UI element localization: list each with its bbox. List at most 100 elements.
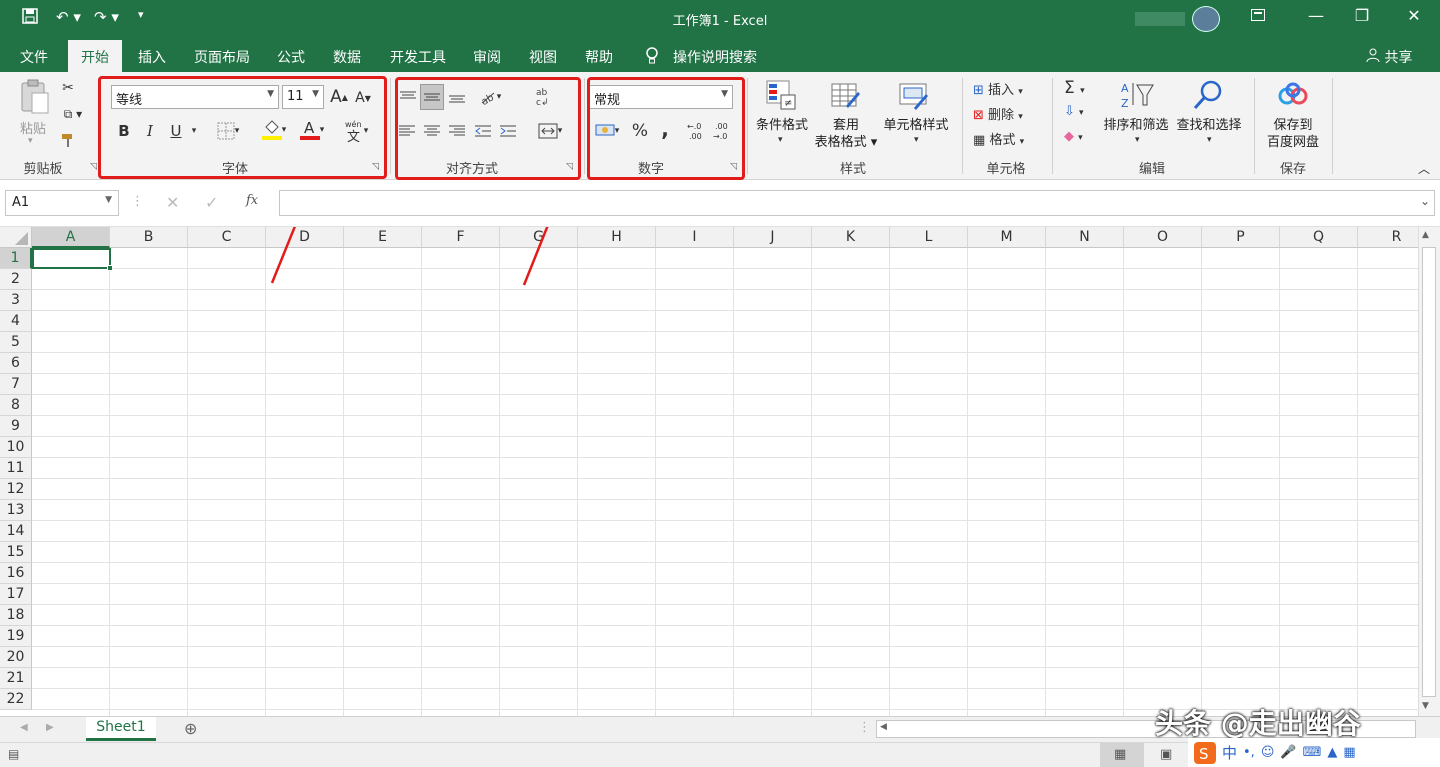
scroll-up-icon[interactable]: ▲ — [1422, 230, 1429, 240]
annotation-arrows — [270, 227, 549, 286]
tab-split-icon[interactable]: ⋮ — [858, 720, 871, 735]
watermark: 头条 @走出幽谷 — [1155, 707, 1361, 740]
sort-filter-button[interactable]: 排序和筛选 — [1100, 117, 1172, 134]
worksheet-grid[interactable]: ABCDEFGHIJKLMNOPQR 1 2 3 4 5 6 7 8 9 10 11 12 13 14 15… — [0, 227, 1418, 716]
name-box[interactable]: A1 ▼ — [5, 190, 119, 216]
annotation-arrow-alignment — [522, 227, 549, 286]
group-separator — [962, 78, 963, 174]
ribbon-display-icon[interactable] — [1238, 6, 1278, 25]
clear-icon[interactable]: ◆ ▾ — [1064, 129, 1083, 144]
scroll-down-icon[interactable]: ▼ — [1422, 701, 1429, 711]
insert-cells-icon: ⊞ — [973, 83, 984, 98]
vertical-scroll-thumb[interactable] — [1422, 247, 1436, 697]
baidu-netdisk-icon[interactable] — [1276, 80, 1310, 110]
sogou-icon[interactable]: S — [1194, 741, 1216, 764]
save-to-baidu-line1[interactable]: 保存到 — [1258, 117, 1328, 134]
tab-page-layout[interactable]: 页面布局 — [194, 47, 250, 67]
paste-icon[interactable] — [18, 78, 52, 116]
highlight-alignment-group — [395, 77, 581, 180]
autosum-icon[interactable]: Σ ▾ — [1064, 78, 1085, 98]
clipboard-group-label: 剪贴板 — [23, 162, 63, 177]
vertical-scrollbar[interactable]: ▲ ▼ — [1418, 227, 1440, 716]
tab-developer[interactable]: 开发工具 — [390, 47, 446, 67]
chevron-down-icon: ▾ — [1207, 135, 1212, 145]
tab-insert[interactable]: 插入 — [138, 47, 166, 67]
prev-sheet-icon[interactable]: ◀ — [20, 722, 28, 733]
conditional-format-button[interactable]: 条件格式 — [752, 117, 812, 134]
expand-formula-icon[interactable]: ⌄ — [1420, 194, 1430, 208]
ime-menu-icon[interactable]: ▦ — [1343, 745, 1355, 760]
next-sheet-icon[interactable]: ▶ — [46, 722, 54, 733]
macro-record-icon[interactable]: ▤ — [8, 747, 19, 761]
group-separator — [1254, 78, 1255, 174]
restore-icon[interactable]: ❐ — [1342, 6, 1382, 25]
tab-formulas[interactable]: 公式 — [277, 47, 305, 67]
scroll-left-icon[interactable]: ◀ — [880, 722, 887, 732]
minimize-icon[interactable]: — — [1296, 6, 1336, 25]
page-layout-view-icon[interactable]: ▣ — [1160, 747, 1172, 762]
name-box-value: A1 — [12, 195, 30, 210]
sheet-tab[interactable]: Sheet1 — [86, 717, 156, 741]
chevron-down-icon: ▾ — [1135, 135, 1140, 145]
format-cells-icon: ▦ — [973, 133, 986, 148]
ime-emoji-icon[interactable]: ☺ — [1261, 745, 1275, 760]
collapse-ribbon-icon[interactable]: ︿ — [1418, 160, 1430, 177]
delete-cells-button[interactable]: ⊠ 删除 ▾ — [973, 104, 1023, 123]
insert-function-button[interactable]: fx — [246, 193, 258, 208]
ime-voice-icon[interactable]: 🎤 — [1280, 745, 1296, 760]
enter-icon[interactable]: ✓ — [205, 193, 218, 212]
chevron-down-icon: ▾ — [778, 135, 783, 145]
cell-styles-icon[interactable] — [896, 78, 932, 114]
save-group-label: 保存 — [1279, 162, 1306, 177]
find-select-button[interactable]: 查找和选择 — [1172, 117, 1246, 134]
add-sheet-icon[interactable]: ⊕ — [184, 719, 197, 738]
tab-review[interactable]: 审阅 — [473, 47, 501, 67]
format-cells-button[interactable]: ▦ 格式 ▾ — [973, 129, 1024, 148]
tab-help[interactable]: 帮助 — [585, 47, 613, 67]
svg-text:A: A — [1121, 82, 1129, 95]
format-as-table-line1: 套用 — [832, 118, 859, 133]
tab-view[interactable]: 视图 — [529, 47, 557, 67]
tab-home[interactable]: 开始 — [68, 40, 122, 72]
cut-icon[interactable]: ✂ — [58, 78, 78, 98]
ime-punctuation-icon[interactable]: •, — [1243, 745, 1255, 760]
insert-cells-button[interactable]: ⊞ 插入 ▾ — [973, 79, 1023, 98]
paste-dropdown-icon[interactable]: ▾ — [28, 136, 33, 146]
normal-view-button[interactable]: ▦ — [1100, 743, 1144, 767]
format-cells-label: 格式 — [989, 133, 1016, 148]
insert-cells-label: 插入 — [988, 83, 1015, 98]
user-name — [1135, 12, 1185, 26]
group-separator — [584, 78, 585, 174]
formula-input[interactable]: ⌄ — [279, 190, 1435, 216]
cell-styles-button[interactable]: 单元格样式 — [878, 117, 954, 134]
person-icon — [1366, 48, 1380, 63]
ime-keyboard-icon[interactable]: ⌨ — [1303, 745, 1322, 760]
format-as-table-label: 表格格式 — [814, 135, 867, 150]
fill-icon[interactable]: ⇩ ▾ — [1064, 104, 1084, 119]
sort-filter-icon[interactable]: AZ — [1118, 78, 1156, 112]
format-painter-icon[interactable] — [58, 130, 78, 150]
cancel-icon[interactable]: ✕ — [166, 193, 179, 212]
clipboard-launcher-icon[interactable]: ◹ — [90, 162, 97, 172]
avatar[interactable] — [1192, 6, 1220, 32]
conditional-format-icon[interactable]: ≠ — [764, 78, 798, 112]
delete-cells-label: 删除 — [988, 108, 1015, 123]
chevron-down-icon: ▼ — [105, 195, 112, 205]
save-to-baidu-line2[interactable]: 百度网盘 — [1258, 134, 1328, 151]
close-icon[interactable]: ✕ — [1394, 6, 1434, 25]
ime-skin-icon[interactable]: ▲ — [1327, 745, 1337, 760]
ime-chinese-mode-icon[interactable]: 中 — [1222, 742, 1237, 763]
paste-label: 粘贴 — [20, 122, 47, 137]
tell-me-search[interactable]: 操作说明搜索 — [673, 47, 757, 67]
group-separator — [747, 78, 748, 174]
tab-data[interactable]: 数据 — [333, 47, 361, 67]
format-as-table-button[interactable]: 表格格式 ▾ — [810, 134, 882, 151]
find-select-icon[interactable] — [1190, 78, 1226, 112]
share-button[interactable]: 共享 — [1366, 47, 1412, 67]
copy-icon[interactable]: ⧉ ▾ — [58, 104, 88, 124]
styles-group-label: 样式 — [839, 162, 866, 177]
svg-text:Z: Z — [1121, 97, 1129, 110]
tab-file[interactable]: 文件 — [20, 47, 48, 67]
svg-text:S: S — [1199, 745, 1209, 763]
format-as-table-icon[interactable] — [828, 78, 864, 114]
